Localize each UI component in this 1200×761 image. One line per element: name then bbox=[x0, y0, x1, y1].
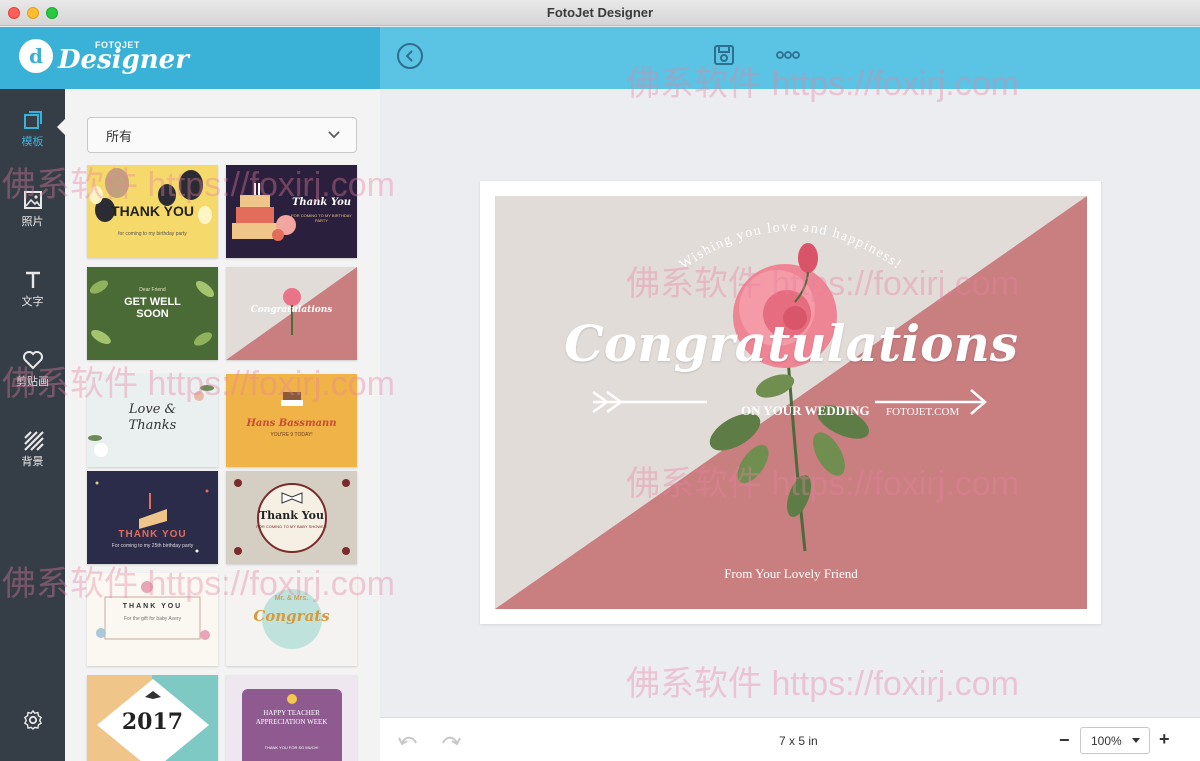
zoom-in-button[interactable]: + bbox=[1159, 729, 1170, 750]
title-bar: FotoJet Designer bbox=[0, 0, 1200, 26]
chevron-left-icon bbox=[405, 50, 413, 62]
template-thumbnail[interactable]: Congratulations bbox=[226, 267, 357, 360]
template-thumbnail[interactable]: Mr. & Mrs. Congrats bbox=[226, 573, 357, 666]
bottom-toolbar: 7 x 5 in − 100% + bbox=[380, 717, 1200, 761]
template-title: THANK YOU bbox=[118, 529, 187, 540]
template-title: Love & Thanks bbox=[128, 402, 177, 433]
template-subtitle: THANK YOU FOR SO MUCH! bbox=[264, 745, 319, 750]
template-thumbnail[interactable]: Dear Friend GET WELL SOON bbox=[87, 267, 218, 360]
template-subtitle: For coming to my 25th birthday party bbox=[111, 543, 194, 549]
zoom-value: 100% bbox=[1091, 733, 1122, 748]
template-subtitle: YOU'RE 9 TODAY! bbox=[270, 432, 313, 438]
template-title: Congrats bbox=[253, 607, 330, 625]
settings-gear-icon[interactable] bbox=[22, 709, 44, 731]
cake-illustration bbox=[232, 183, 296, 241]
nav-photos[interactable]: 照片 bbox=[0, 179, 65, 239]
template-subtitle: Dear Friend bbox=[139, 287, 166, 293]
template-title: Congratulations bbox=[250, 305, 333, 315]
logo-area: d FOTOJET Designer bbox=[0, 27, 380, 89]
template-thumbnail[interactable]: Hans Bassmann YOU'RE 9 TODAY! bbox=[226, 374, 357, 467]
background-icon bbox=[23, 431, 44, 451]
undo-icon[interactable] bbox=[397, 732, 419, 748]
zoom-out-button[interactable]: − bbox=[1059, 730, 1070, 751]
text-icon bbox=[25, 271, 40, 288]
nav-label: 文字 bbox=[21, 296, 44, 308]
card-frame: Wishing you love and happiness! Congratu… bbox=[480, 181, 1101, 624]
template-subtitle: for coming to my birthday party bbox=[118, 231, 187, 237]
save-icon[interactable] bbox=[713, 44, 735, 66]
dropdown-value: 所有 bbox=[106, 128, 133, 144]
cake-slice-illustration bbox=[95, 481, 209, 553]
template-subtitle: FOR COMING TO MY BABY SHOWER bbox=[256, 524, 327, 529]
template-thumbnail[interactable]: THANK YOU for coming to my birthday part… bbox=[87, 165, 218, 258]
minimize-window-button[interactable] bbox=[27, 7, 39, 19]
template-title: 2017 bbox=[121, 709, 184, 735]
zoom-select[interactable]: 100% bbox=[1080, 727, 1150, 754]
window-title: FotoJet Designer bbox=[546, 5, 654, 20]
zoom-window-button[interactable] bbox=[46, 7, 58, 19]
template-subtitle: Mr. & Mrs. bbox=[274, 595, 309, 602]
close-window-button[interactable] bbox=[8, 7, 20, 19]
card-from-text[interactable]: From Your Lovely Friend bbox=[495, 566, 1087, 582]
nav-label: 照片 bbox=[21, 216, 44, 228]
active-indicator bbox=[57, 119, 65, 135]
template-title: Thank You bbox=[259, 509, 324, 522]
redo-icon[interactable] bbox=[440, 732, 462, 748]
template-icon bbox=[23, 111, 42, 129]
nav-templates[interactable]: 模板 bbox=[0, 99, 65, 159]
template-title: THANK YOU bbox=[111, 203, 194, 219]
template-title: Hans Bassmann bbox=[246, 418, 337, 429]
side-nav: 模板 照片 文字 剪贴画 背景 bbox=[0, 89, 65, 761]
category-dropdown[interactable]: 所有 bbox=[87, 117, 357, 153]
chevron-down-icon bbox=[328, 131, 340, 139]
template-thumbnail[interactable]: 2017 bbox=[87, 675, 218, 761]
design-canvas-area: Wishing you love and happiness! Congratu… bbox=[380, 89, 1200, 717]
template-subtitle: For the gift for baby Avery bbox=[123, 616, 182, 622]
template-title: GET WELL SOON bbox=[124, 296, 181, 320]
nav-text[interactable]: 文字 bbox=[0, 259, 65, 319]
canvas-size-label: 7 x 5 in bbox=[779, 734, 818, 748]
design-card[interactable]: Wishing you love and happiness! Congratu… bbox=[495, 196, 1087, 609]
arrow-left-icon bbox=[592, 390, 707, 414]
template-thumbnail[interactable]: Love & Thanks bbox=[87, 374, 218, 467]
card-brand[interactable]: FOTOJET.COM bbox=[886, 406, 959, 418]
template-title: Thank You bbox=[291, 197, 352, 208]
back-button[interactable] bbox=[397, 43, 423, 69]
template-thumbnail[interactable]: THANK YOU For the gift for baby Avery bbox=[87, 573, 218, 666]
nav-background[interactable]: 背景 bbox=[0, 419, 65, 479]
template-panel: 所有 THANK YOU for coming to my birthday p… bbox=[65, 89, 380, 761]
template-thumbnail[interactable]: Thank You FOR COMING TO MY BIRTHDAY PART… bbox=[226, 165, 357, 258]
template-thumbnail[interactable]: Thank You FOR COMING TO MY BABY SHOWER bbox=[226, 471, 357, 564]
more-options-icon[interactable] bbox=[776, 49, 800, 61]
nav-label: 剪贴画 bbox=[16, 376, 49, 388]
logo-text: Designer bbox=[58, 45, 189, 75]
template-thumbnail[interactable]: HAPPY TEACHER APPRECIATION WEEK THANK YO… bbox=[226, 675, 357, 761]
template-title: THANK YOU bbox=[122, 603, 183, 610]
nav-clipart[interactable]: 剪贴画 bbox=[0, 339, 65, 399]
photo-icon bbox=[23, 191, 42, 209]
template-title: HAPPY TEACHER APPRECIATION WEEK bbox=[255, 709, 328, 726]
template-subtitle: FOR COMING TO MY BIRTHDAY PARTY bbox=[291, 213, 352, 223]
card-title[interactable]: Congratulations bbox=[495, 314, 1087, 373]
template-thumbnail[interactable]: THANK YOU For coming to my 25th birthday… bbox=[87, 471, 218, 564]
top-toolbar: d FOTOJET Designer bbox=[0, 27, 1200, 89]
nav-label: 背景 bbox=[21, 456, 44, 468]
caret-down-icon bbox=[1132, 738, 1140, 743]
heart-icon bbox=[22, 351, 43, 370]
app-window: FotoJet Designer d FOTOJET Designer 模板 照… bbox=[0, 0, 1200, 761]
logo-mark-icon: d bbox=[19, 39, 53, 73]
card-subtitle[interactable]: ON YOUR WEDDING bbox=[741, 403, 870, 419]
nav-label: 模板 bbox=[21, 136, 44, 148]
